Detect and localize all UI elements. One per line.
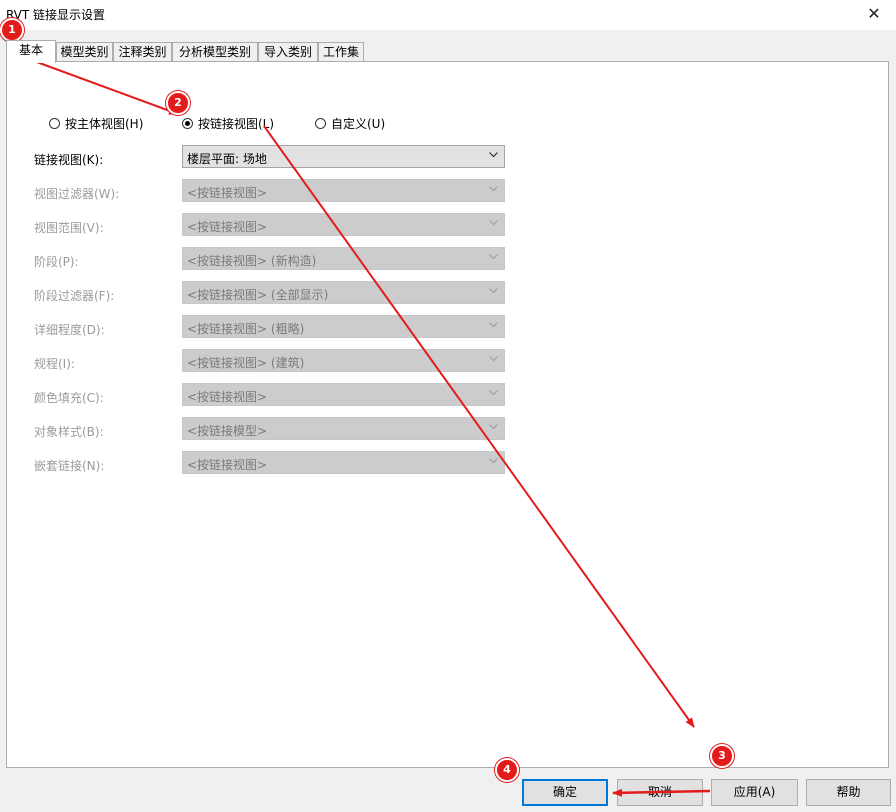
- dropdown-value: <按链接视图>: [187, 220, 268, 234]
- view-range-label: 视图范围(V):: [34, 221, 104, 235]
- radio-by-linked-view[interactable]: 按链接视图(L): [182, 116, 292, 132]
- object-styles-dropdown[interactable]: <按链接模型>: [182, 417, 505, 440]
- phase-filter-label: 阶段过滤器(F):: [34, 289, 115, 303]
- tab-analytical-model-categories[interactable]: 分析模型类别: [172, 42, 258, 61]
- nested-links-label: 嵌套链接(N):: [34, 459, 105, 473]
- dropdown-value: <按链接视图> (新构造): [187, 254, 317, 268]
- radio-by-host-view[interactable]: 按主体视图(H): [49, 116, 159, 132]
- tab-import-categories[interactable]: 导入类别: [258, 42, 318, 61]
- radio-custom[interactable]: 自定义(U): [315, 116, 405, 132]
- chevron-down-icon: [489, 288, 498, 294]
- dropdown-value: 楼层平面: 场地: [187, 152, 267, 166]
- dropdown-value: <按链接视图>: [187, 458, 268, 472]
- dropdown-value: <按链接视图>: [187, 186, 268, 200]
- discipline-dropdown[interactable]: <按链接视图> (建筑): [182, 349, 505, 372]
- radio-circle-checked: [182, 118, 193, 129]
- chevron-down-icon: [489, 322, 498, 328]
- dropdown-value: <按链接视图>: [187, 390, 268, 404]
- phase-filter-dropdown[interactable]: <按链接视图> (全部显示): [182, 281, 505, 304]
- view-filters-label: 视图过滤器(W):: [34, 187, 120, 201]
- chevron-down-icon: [489, 254, 498, 260]
- annotation-badge-2: 2: [166, 91, 190, 115]
- chevron-down-icon: [489, 152, 498, 158]
- tab-basic[interactable]: 基本: [6, 40, 56, 63]
- detail-level-label: 详细程度(D):: [34, 323, 105, 337]
- nested-links-dropdown[interactable]: <按链接视图>: [182, 451, 505, 474]
- linked-view-label: 链接视图(K):: [34, 153, 104, 167]
- discipline-label: 规程(I):: [34, 357, 75, 371]
- tab-worksets[interactable]: 工作集: [318, 42, 364, 61]
- chevron-down-icon: [489, 186, 498, 192]
- dropdown-value: <按链接模型>: [187, 424, 268, 438]
- radio-label: 按主体视图(H): [65, 117, 144, 131]
- view-range-dropdown[interactable]: <按链接视图>: [182, 213, 505, 236]
- radio-label: 按链接视图(L): [198, 117, 275, 131]
- tab-model-categories[interactable]: 模型类别: [56, 42, 113, 61]
- dropdown-value: <按链接视图> (建筑): [187, 356, 305, 370]
- radio-label: 自定义(U): [331, 117, 386, 131]
- chevron-down-icon: [489, 424, 498, 430]
- apply-button[interactable]: 应用(A): [711, 779, 798, 806]
- chevron-down-icon: [489, 356, 498, 362]
- close-icon[interactable]: ✕: [852, 0, 896, 30]
- radio-circle: [49, 118, 60, 129]
- phase-dropdown[interactable]: <按链接视图> (新构造): [182, 247, 505, 270]
- annotation-badge-1: 1: [0, 18, 24, 42]
- chevron-down-icon: [489, 390, 498, 396]
- cancel-button[interactable]: 取消: [617, 779, 703, 806]
- linked-view-dropdown[interactable]: 楼层平面: 场地: [182, 145, 505, 168]
- annotation-badge-4: 4: [495, 758, 519, 782]
- chevron-down-icon: [489, 220, 498, 226]
- title-bar: RVT 链接显示设置 ✕: [0, 0, 896, 30]
- detail-level-dropdown[interactable]: <按链接视图> (粗略): [182, 315, 505, 338]
- object-styles-label: 对象样式(B):: [34, 425, 104, 439]
- color-fill-dropdown[interactable]: <按链接视图>: [182, 383, 505, 406]
- help-button[interactable]: 帮助: [806, 779, 891, 806]
- phase-label: 阶段(P):: [34, 255, 79, 269]
- ok-button[interactable]: 确定: [522, 779, 608, 806]
- chevron-down-icon: [489, 458, 498, 464]
- tab-annotation-categories[interactable]: 注释类别: [113, 42, 172, 61]
- dropdown-value: <按链接视图> (粗略): [187, 322, 305, 336]
- dropdown-value: <按链接视图> (全部显示): [187, 288, 329, 302]
- window-title: RVT 链接显示设置: [6, 8, 106, 22]
- annotation-badge-3: 3: [710, 744, 734, 768]
- view-filters-dropdown[interactable]: <按链接视图>: [182, 179, 505, 202]
- radio-circle: [315, 118, 326, 129]
- color-fill-label: 颜色填充(C):: [34, 391, 104, 405]
